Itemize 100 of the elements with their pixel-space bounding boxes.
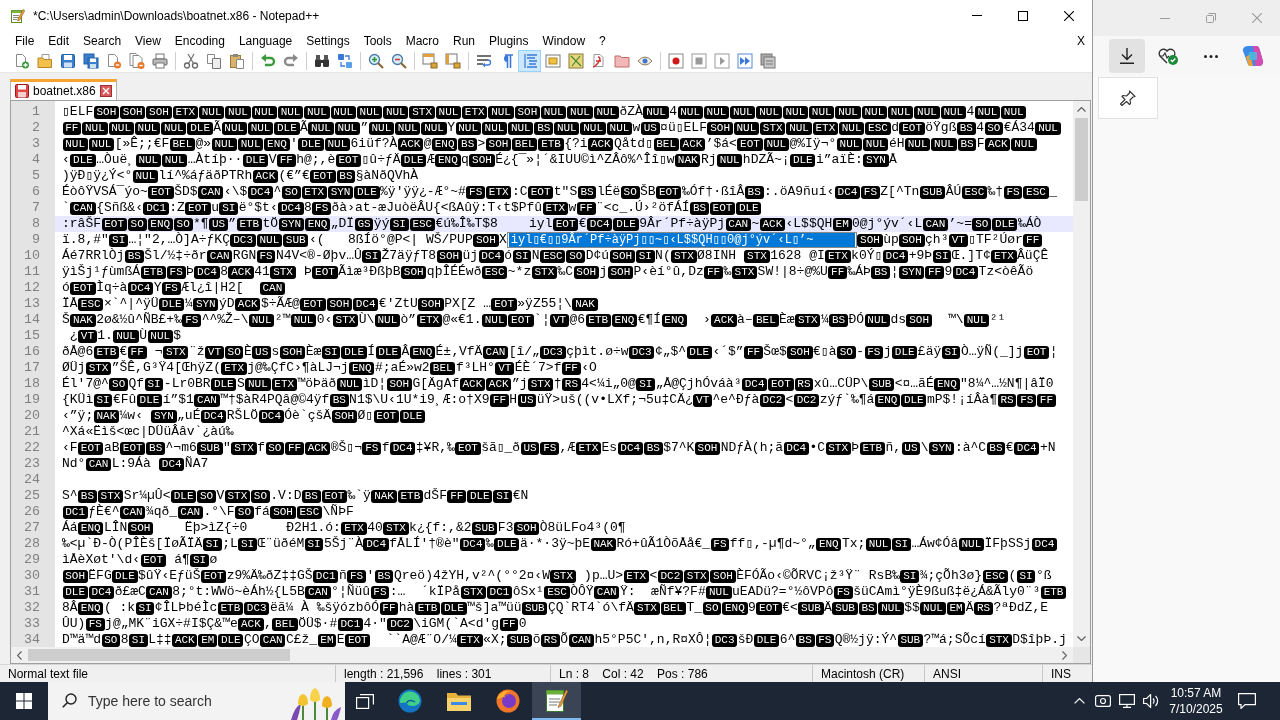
window-lock-icon[interactable] bbox=[421, 53, 438, 69]
new-file-icon[interactable] bbox=[13, 53, 30, 69]
network-icon[interactable] bbox=[1119, 694, 1135, 708]
menu-item[interactable]: Settings bbox=[299, 31, 357, 50]
control-code: ENQ bbox=[816, 537, 842, 551]
code-text: í”$1 bbox=[162, 392, 194, 408]
mark-page-icon[interactable] bbox=[590, 53, 607, 69]
scroll-down-icon[interactable] bbox=[1077, 636, 1086, 641]
open-folder-icon[interactable] bbox=[36, 53, 53, 69]
control-code: DC4 bbox=[127, 281, 154, 295]
floppy-disks-icon[interactable] bbox=[82, 53, 99, 69]
control-code: DC1 bbox=[337, 617, 363, 631]
menu-item[interactable]: Language bbox=[231, 31, 300, 50]
zoom-in-icon[interactable] bbox=[367, 53, 384, 69]
download-button[interactable] bbox=[1109, 39, 1145, 73]
volume-icon[interactable] bbox=[1143, 694, 1159, 708]
line-number: 18 bbox=[23, 376, 41, 392]
eye-icon[interactable] bbox=[636, 53, 653, 69]
close-files-icon[interactable] bbox=[128, 53, 145, 69]
folder-icon[interactable] bbox=[446, 691, 471, 711]
stop-icon[interactable] bbox=[690, 53, 707, 69]
autocomplete-item[interactable]: iyl▯€▯▯9Âr´Pf÷àÿPj▯▯~▯‹L$$QH▯▯0@j°ýv´‹L▯’~ bbox=[508, 233, 855, 247]
zoom-out-icon[interactable] bbox=[390, 53, 407, 69]
status-text: INS bbox=[1051, 666, 1071, 683]
code-text: 0 bbox=[518, 616, 527, 632]
menu-item[interactable]: Macro bbox=[398, 31, 446, 50]
replace-icon[interactable] bbox=[336, 53, 353, 69]
undo-icon[interactable] bbox=[259, 53, 276, 69]
fast-forward-icon[interactable] bbox=[736, 53, 753, 69]
printer-icon[interactable] bbox=[151, 53, 168, 69]
menu-item[interactable]: Plugins bbox=[482, 31, 536, 50]
control-code: EOT bbox=[120, 441, 146, 455]
search-field[interactable]: Type here to search bbox=[48, 682, 345, 720]
word-wrap-icon[interactable] bbox=[475, 53, 492, 69]
save-macro-icon[interactable] bbox=[759, 53, 776, 69]
menu-item[interactable]: Tools bbox=[356, 31, 399, 50]
scroll-up-icon[interactable] bbox=[1077, 107, 1086, 112]
camera-icon[interactable] bbox=[1095, 695, 1111, 707]
code-text: Æl¿î|H2[ bbox=[181, 280, 245, 296]
close-file-icon[interactable] bbox=[105, 53, 122, 69]
control-code: GS bbox=[354, 217, 374, 231]
menu-item[interactable]: Edit bbox=[41, 31, 77, 50]
scrollbar-thumb[interactable] bbox=[28, 649, 290, 661]
close-tab-icon[interactable] bbox=[99, 85, 112, 97]
scrollbar-thumb[interactable] bbox=[1075, 118, 1088, 201]
close-document-button[interactable]: X bbox=[1077, 31, 1085, 50]
clock-time[interactable]: 10:57 AM bbox=[1170, 685, 1222, 701]
clipboard-icon[interactable] bbox=[228, 53, 245, 69]
heart-pulse-icon[interactable] bbox=[1158, 47, 1178, 65]
window-lock-icon[interactable] bbox=[444, 53, 461, 69]
menu-item[interactable]: View bbox=[128, 31, 168, 50]
file-tab[interactable]: boatnet.x86 bbox=[10, 79, 117, 100]
control-code: DC3 bbox=[711, 633, 738, 647]
horizontal-scrollbar[interactable] bbox=[11, 647, 1073, 663]
scroll-left-icon[interactable] bbox=[17, 650, 22, 660]
swirl-icon[interactable] bbox=[397, 689, 422, 713]
vertical-scrollbar[interactable] bbox=[1073, 101, 1090, 647]
play-icon[interactable] bbox=[713, 53, 730, 69]
maximize-icon[interactable] bbox=[1018, 10, 1028, 21]
code-text: È bbox=[244, 344, 252, 360]
windows-logo-icon[interactable] bbox=[16, 693, 32, 709]
scroll-right-icon[interactable] bbox=[1062, 650, 1067, 660]
more-icon[interactable] bbox=[1204, 54, 1218, 58]
close-icon[interactable] bbox=[1064, 10, 1074, 21]
restore-icon[interactable] bbox=[1206, 13, 1216, 23]
menu-item[interactable]: Run bbox=[446, 31, 483, 50]
menu-item[interactable]: Window bbox=[535, 31, 593, 50]
menu-item[interactable]: Search bbox=[76, 31, 129, 50]
copy-icon[interactable] bbox=[205, 53, 222, 69]
pin-icon[interactable] bbox=[1120, 90, 1136, 106]
control-code: SI bbox=[190, 553, 209, 567]
control-code: FF bbox=[379, 601, 399, 615]
toggle-button[interactable] bbox=[518, 50, 541, 72]
control-code: DLE bbox=[467, 489, 493, 503]
redo-icon[interactable] bbox=[282, 53, 299, 69]
record-icon[interactable] bbox=[667, 53, 684, 69]
clock-date[interactable]: 7/10/2025 bbox=[1169, 701, 1223, 717]
map-window-icon[interactable] bbox=[544, 53, 561, 69]
control-code: ESC bbox=[544, 585, 570, 599]
control-code: STX bbox=[634, 601, 660, 615]
task-view-icon[interactable] bbox=[356, 693, 374, 709]
map-icon[interactable] bbox=[567, 53, 584, 69]
code-text: Š bbox=[62, 312, 70, 328]
code-text: 8;°t:WWö~èÁh½{L5B bbox=[172, 584, 305, 600]
minimize-icon[interactable] bbox=[1160, 17, 1170, 19]
globe-icon[interactable] bbox=[495, 689, 520, 713]
scissors-icon[interactable] bbox=[182, 53, 199, 69]
binoculars-icon[interactable] bbox=[313, 53, 330, 69]
menu-item[interactable]: Encoding bbox=[167, 31, 232, 50]
code-text: ¤ü▯ELF bbox=[660, 120, 707, 136]
taskbar-button[interactable] bbox=[532, 682, 581, 720]
chevron-up-icon[interactable] bbox=[1073, 698, 1085, 704]
code-text: NDƒÀ(h;ã bbox=[720, 440, 784, 456]
menu-item[interactable]: File bbox=[8, 31, 42, 50]
notification-icon[interactable] bbox=[1238, 693, 1256, 709]
menu-item[interactable]: ? bbox=[592, 31, 613, 50]
code-text: Óè`çšÄ bbox=[284, 408, 332, 424]
control-code: BS bbox=[374, 569, 394, 583]
code-text: :… ´kÏPå bbox=[389, 584, 461, 600]
logo-icon[interactable] bbox=[1242, 45, 1264, 67]
